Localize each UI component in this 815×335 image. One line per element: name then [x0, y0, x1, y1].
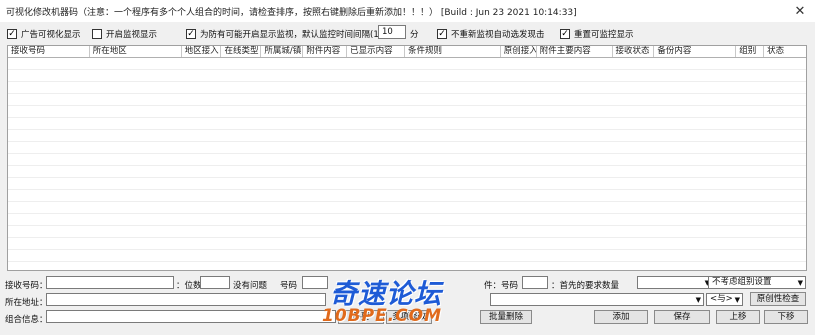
digits-input[interactable]	[200, 276, 230, 289]
table-header: 接收号码 所在地区 地区接入 在线类型 所属城/镇 附件内容 已显示内容 条件规…	[8, 46, 806, 58]
column-header[interactable]: 所属城/镇	[261, 46, 304, 57]
checkbox-checked-icon[interactable]: ✓	[437, 29, 447, 39]
move-down-button[interactable]: 下移	[764, 310, 808, 324]
column-header[interactable]: 接收号码	[8, 46, 90, 57]
batch-delete-button[interactable]: 批量删除	[480, 310, 532, 324]
row-divider	[8, 153, 806, 154]
column-header[interactable]: 组别	[736, 46, 765, 57]
column-header[interactable]: 接收状态	[613, 46, 655, 57]
chevron-down-icon[interactable]: ▼	[696, 295, 701, 305]
add-button[interactable]: 添加	[594, 310, 648, 324]
column-header[interactable]: 附件内容	[303, 46, 348, 57]
table-body[interactable]	[8, 58, 806, 270]
chevron-down-icon[interactable]: ▼	[735, 295, 740, 305]
checkbox-checked-icon[interactable]: ✓	[560, 29, 570, 39]
move-up-button[interactable]: 上移	[716, 310, 760, 324]
checkbox-unchecked-icon[interactable]	[92, 29, 102, 39]
title-bar: 可视化修改机器码（注意：一个程序有多个个人组合的时间，请检查排序，按照右键删除后…	[0, 0, 815, 22]
option-monitor-display[interactable]: 开启监视显示	[92, 28, 157, 40]
row-divider	[8, 69, 806, 70]
row-divider	[8, 165, 806, 166]
receiver-number-input[interactable]	[46, 276, 174, 289]
option-label: 广告可视化显示	[21, 30, 81, 40]
interval-unit: 分	[410, 30, 419, 40]
chevron-down-icon[interactable]: ▼	[798, 278, 803, 288]
row-divider	[8, 177, 806, 178]
row-divider	[8, 261, 806, 262]
row-divider	[8, 201, 806, 202]
address-select[interactable]: ▼	[490, 293, 704, 306]
checkbox-checked-icon[interactable]: ✓	[186, 29, 196, 39]
checkbox-checked-icon[interactable]: ✓	[7, 29, 17, 39]
option-auto-select[interactable]: ✓ 不重新监视自动选发现击	[437, 28, 545, 40]
item-number-label: 件：号码	[484, 281, 519, 291]
row-divider	[8, 141, 806, 142]
requirement-label: ：首先的要求数量	[551, 281, 620, 291]
watermark-logo-url: 10BPE.COM	[322, 306, 442, 326]
group-setting-value: 不考虑组别设置	[712, 277, 772, 287]
row-divider	[8, 225, 806, 226]
address-label: 所在地址：	[5, 298, 48, 308]
column-header[interactable]: 附件主要内容	[537, 46, 613, 57]
option-label: 开启监视显示	[106, 30, 158, 40]
column-header[interactable]: 已显示内容	[347, 46, 406, 57]
row-divider	[8, 117, 806, 118]
digits-label: ：位数	[176, 281, 202, 291]
requirement-select[interactable]: ▼	[637, 276, 713, 289]
column-header[interactable]: 备份内容	[654, 46, 737, 57]
receiver-number-label: 接收号码：	[5, 281, 48, 291]
save-button[interactable]: 保存	[654, 310, 710, 324]
row-divider	[8, 189, 806, 190]
row-divider	[8, 81, 806, 82]
item-number-input[interactable]	[522, 276, 548, 289]
data-table[interactable]: 接收号码 所在地区 地区接入 在线类型 所属城/镇 附件内容 已显示内容 条件规…	[7, 45, 807, 271]
close-icon[interactable]: ✕	[785, 0, 815, 22]
row-divider	[8, 105, 806, 106]
row-divider	[8, 249, 806, 250]
row-divider	[8, 93, 806, 94]
column-header[interactable]: 状态	[764, 46, 806, 57]
option-label: 不重新监视自动选发现击	[451, 30, 545, 40]
logic-select[interactable]: <与> ▼	[706, 293, 743, 306]
number-label: 号码	[280, 281, 298, 291]
combination-info-input[interactable]	[46, 310, 336, 323]
column-header[interactable]: 原创接入	[501, 46, 537, 57]
row-divider	[8, 129, 806, 130]
column-header[interactable]: 在线类型	[221, 46, 262, 57]
column-header[interactable]: 地区接入	[182, 46, 222, 57]
option-prevent-monitor[interactable]: ✓ 为防有可能开启显示监视，默认监控时间间隔(1-15)	[186, 28, 396, 40]
originality-check-button[interactable]: 原创性检查	[750, 292, 806, 306]
group-setting-select[interactable]: 不考虑组别设置 ▼	[708, 276, 806, 289]
no-problem-label: 没有问题	[233, 281, 268, 291]
option-reset-monitor[interactable]: ✓ 重置可监控显示	[560, 28, 634, 40]
logic-select-value: <与>	[710, 294, 733, 304]
combination-info-label: 组合信息：	[5, 315, 48, 325]
column-header[interactable]: 所在地区	[90, 46, 182, 57]
option-label: 重置可监控显示	[574, 30, 634, 40]
window-title: 可视化修改机器码（注意：一个程序有多个个人组合的时间，请检查排序，按照右键删除后…	[6, 8, 577, 18]
row-divider	[8, 237, 806, 238]
option-label: 为防有可能开启显示监视，默认监控时间间隔(1-15)	[200, 30, 396, 40]
option-ad-visualize[interactable]: ✓ 广告可视化显示	[7, 28, 81, 40]
interval-input[interactable]: 10	[378, 25, 406, 39]
column-header[interactable]: 条件规则	[405, 46, 501, 57]
address-input[interactable]	[46, 293, 326, 306]
number-input[interactable]	[302, 276, 328, 289]
row-divider	[8, 213, 806, 214]
